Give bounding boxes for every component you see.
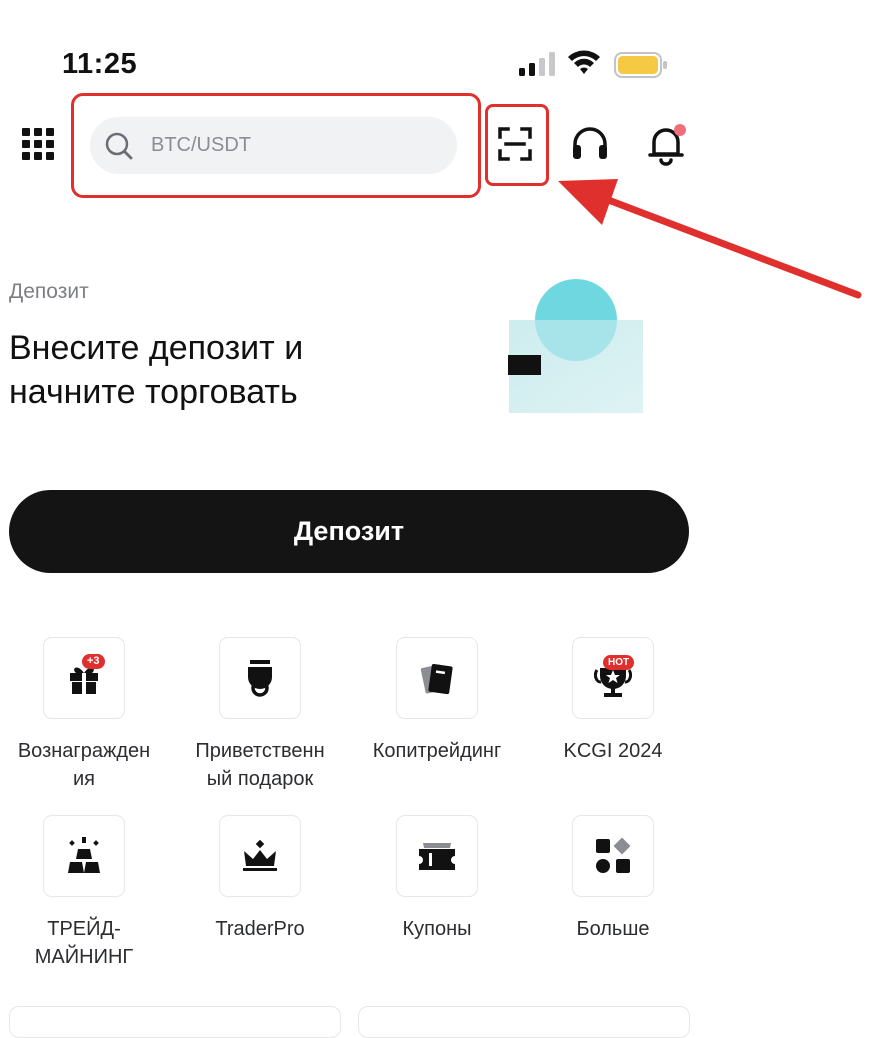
deposit-card-illustration: [508, 279, 643, 413]
tile-kcgi-label: KCGI 2024: [525, 737, 701, 765]
copy-trade-icon: [420, 664, 453, 695]
tile-rewards-label-line1: Вознагражден: [17, 740, 151, 762]
tile-kcgi-label-line1: KCGI 2024: [563, 740, 663, 762]
cellular-signal-icon: [519, 52, 555, 76]
tile-copytrading-box[interactable]: [396, 637, 478, 719]
tile-traderpro-label: TraderPro: [172, 915, 348, 943]
deposit-button[interactable]: Депозит: [9, 490, 689, 573]
tile-more-label-line1: Больше: [576, 918, 650, 940]
bell-icon[interactable]: [646, 122, 688, 166]
tile-rewards-label-line2: ия: [72, 768, 95, 790]
tile-coupons-box[interactable]: [396, 815, 478, 897]
tile-kcgi[interactable]: HOT KCGI 2024: [525, 637, 701, 765]
tile-trade-mining[interactable]: ТРЕЙД- МАЙНИНГ: [0, 815, 172, 971]
tile-traderpro[interactable]: TraderPro: [172, 815, 348, 943]
tile-welcome-gift-box[interactable]: [219, 637, 301, 719]
tile-more[interactable]: Больше: [525, 815, 701, 943]
tile-more-label: Больше: [525, 915, 701, 943]
tile-trade-mining-label-line1: ТРЕЙД-: [47, 918, 121, 940]
tile-coupons-label-line1: Купоны: [402, 918, 472, 940]
headset-icon[interactable]: [570, 127, 610, 163]
more-shapes-icon: [596, 837, 631, 873]
headline-line-2: начните торговать: [9, 373, 298, 411]
tile-welcome-gift-label: Приветственн ый подарок: [172, 737, 348, 793]
tile-kcgi-box[interactable]: HOT: [572, 637, 654, 719]
tile-rewards[interactable]: +3 Вознагражден ия: [0, 637, 172, 793]
scan-highlight-box: [485, 104, 549, 186]
bottom-card-right[interactable]: [358, 1006, 690, 1038]
tile-welcome-gift[interactable]: Приветственн ый подарок: [172, 637, 348, 793]
deposit-section-label: Депозит: [9, 280, 89, 303]
tile-rewards-box[interactable]: +3: [43, 637, 125, 719]
coupon-icon: [419, 843, 455, 870]
kcgi-hot-badge: HOT: [603, 655, 635, 670]
tile-trade-mining-label: ТРЕЙД- МАЙНИНГ: [0, 915, 172, 971]
tile-copytrading[interactable]: Копитрейдинг: [349, 637, 525, 765]
battery-icon: [614, 52, 667, 78]
tile-coupons-label: Купоны: [349, 915, 525, 943]
tile-trade-mining-box[interactable]: [43, 815, 125, 897]
medal-icon: [248, 660, 272, 697]
status-time: 11:25: [62, 48, 138, 80]
apps-grid-icon[interactable]: [22, 128, 54, 160]
tile-welcome-gift-label-line2: ый подарок: [206, 768, 314, 790]
headline-line-1: Внесите депозит и: [9, 329, 304, 367]
wifi-icon: [568, 50, 600, 74]
tile-welcome-gift-label-line1: Приветственн: [195, 740, 325, 762]
bottom-card-left[interactable]: [9, 1006, 341, 1038]
tile-traderpro-label-line1: TraderPro: [215, 918, 305, 940]
tile-trade-mining-label-line2: МАЙНИНГ: [34, 946, 134, 968]
crown-icon: [243, 839, 277, 871]
deposit-headline: Внесите депозит и начните торговать: [9, 326, 469, 414]
gold-bars-icon: [68, 837, 100, 873]
rewards-badge: +3: [82, 654, 105, 669]
tile-copytrading-label: Копитрейдинг: [349, 737, 525, 765]
tile-coupons[interactable]: Купоны: [349, 815, 525, 943]
tile-traderpro-box[interactable]: [219, 815, 301, 897]
tile-copytrading-label-line1: Копитрейдинг: [372, 740, 502, 762]
search-highlight-box: [71, 93, 481, 198]
tile-more-box[interactable]: [572, 815, 654, 897]
tile-rewards-label: Вознагражден ия: [0, 737, 172, 793]
